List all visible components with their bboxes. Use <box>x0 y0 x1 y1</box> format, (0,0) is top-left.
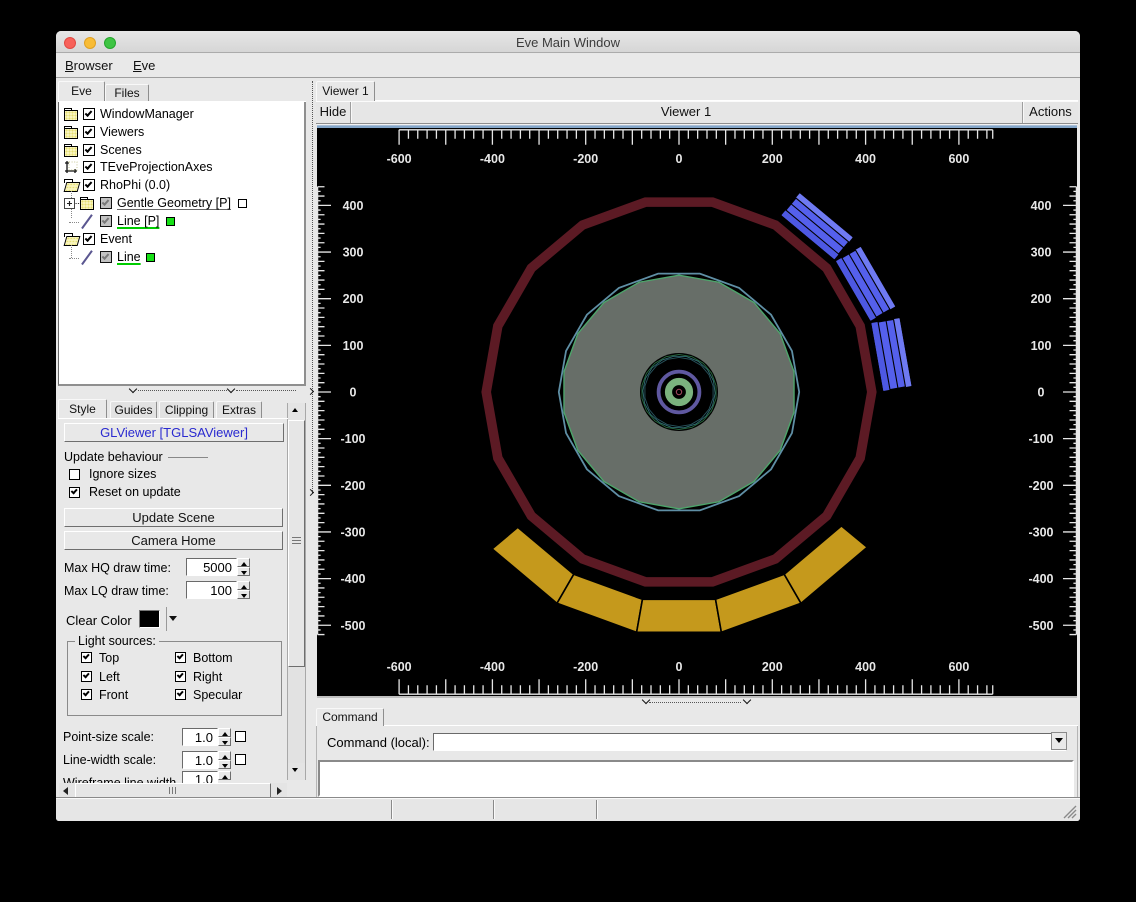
svg-text:400: 400 <box>343 199 364 213</box>
svg-text:-200: -200 <box>573 152 598 166</box>
svg-text:-300: -300 <box>340 526 365 540</box>
svg-text:300: 300 <box>1031 246 1052 260</box>
svg-text:-400: -400 <box>340 572 365 586</box>
svg-text:-500: -500 <box>340 619 365 633</box>
svg-text:600: 600 <box>948 660 969 674</box>
svg-text:-500: -500 <box>1028 619 1053 633</box>
svg-text:200: 200 <box>343 292 364 306</box>
svg-text:-200: -200 <box>573 660 598 674</box>
svg-text:0: 0 <box>676 660 683 674</box>
svg-text:200: 200 <box>1031 292 1052 306</box>
svg-text:0: 0 <box>350 386 357 400</box>
svg-text:-200: -200 <box>1028 479 1053 493</box>
svg-text:-100: -100 <box>1028 432 1053 446</box>
svg-text:0: 0 <box>676 152 683 166</box>
svg-text:-400: -400 <box>480 152 505 166</box>
svg-text:400: 400 <box>1031 199 1052 213</box>
svg-text:-400: -400 <box>480 660 505 674</box>
svg-text:200: 200 <box>762 152 783 166</box>
svg-text:600: 600 <box>948 152 969 166</box>
svg-text:-400: -400 <box>1028 572 1053 586</box>
svg-text:100: 100 <box>343 339 364 353</box>
svg-text:-600: -600 <box>387 152 412 166</box>
svg-text:200: 200 <box>762 660 783 674</box>
svg-text:-300: -300 <box>1028 526 1053 540</box>
svg-text:400: 400 <box>855 152 876 166</box>
svg-text:300: 300 <box>343 246 364 260</box>
svg-text:-200: -200 <box>340 479 365 493</box>
svg-text:400: 400 <box>855 660 876 674</box>
svg-text:-100: -100 <box>340 432 365 446</box>
svg-text:0: 0 <box>1038 386 1045 400</box>
svg-text:-600: -600 <box>387 660 412 674</box>
svg-text:100: 100 <box>1031 339 1052 353</box>
